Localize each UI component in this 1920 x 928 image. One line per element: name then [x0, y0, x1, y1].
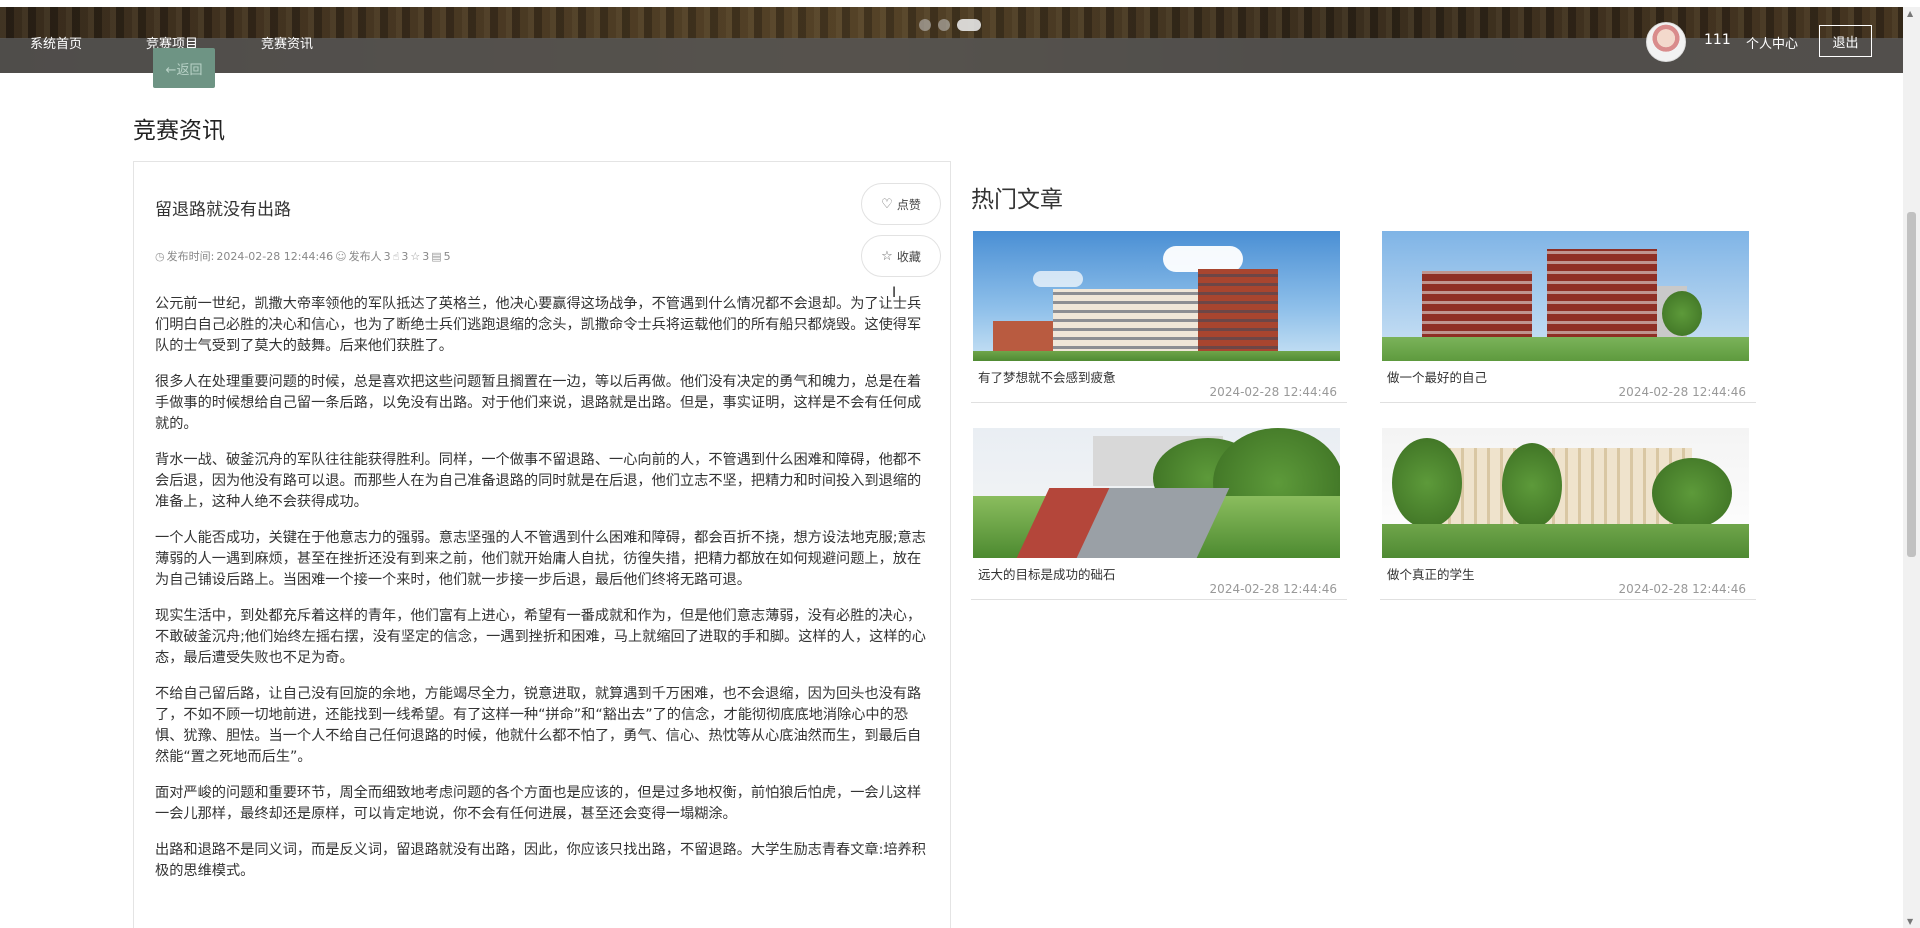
comment-icon: ▤: [431, 249, 442, 263]
hot-article-card[interactable]: 远大的目标是成功的础石 2024-02-28 12:44:46: [971, 428, 1347, 600]
back-button[interactable]: ←返回: [153, 48, 215, 88]
hot-article-image[interactable]: [973, 428, 1340, 558]
heart-icon: ♡: [881, 196, 893, 212]
article-paragraph: 面对严峻的问题和重要环节，周全而细致地考虑问题的各个方面也是应该的，但是过多地权…: [155, 785, 922, 822]
publish-time: 2024-02-28 12:44:46: [216, 249, 334, 263]
article-paragraph: 不给自己留后路，让自己没有回旋的余地，方能竭尽全力，锐意进取，就算遇到千万困难，…: [155, 686, 922, 765]
likes-count: 3: [401, 249, 409, 263]
logout-button[interactable]: 退出: [1819, 25, 1872, 57]
text-cursor-icon: I: [892, 285, 897, 301]
article-paragraph: 现实生活中，到处都充斥着这样的青年，他们富有上进心，希望有一番成就和作为，但是他…: [155, 608, 926, 666]
top-nav: 系统首页 竞赛项目 竞赛资讯: [0, 7, 1920, 73]
hot-article-title[interactable]: 做一个最好的自己: [1387, 367, 1487, 386]
hot-article-card[interactable]: 做个真正的学生 2024-02-28 12:44:46: [1380, 428, 1756, 600]
hot-article-title[interactable]: 做个真正的学生: [1387, 564, 1475, 583]
hot-article-card[interactable]: 做一个最好的自己 2024-02-28 12:44:46: [1380, 231, 1756, 403]
hot-article-card[interactable]: 有了梦想就不会感到疲惫 2024-02-28 12:44:46: [971, 231, 1347, 403]
star-icon: ☆: [410, 249, 421, 263]
star-icon: ☆: [881, 248, 893, 264]
like-button[interactable]: ♡ 点赞: [861, 183, 941, 225]
avatar[interactable]: [1646, 22, 1686, 62]
hot-article-title[interactable]: 有了梦想就不会感到疲惫: [978, 367, 1116, 386]
hot-article-image[interactable]: [1382, 231, 1749, 361]
article-meta: ◷ 发布时间: 2024-02-28 12:44:46 ☺ 发布人 3 ☝ 3 …: [155, 248, 451, 264]
thumb-icon: ☝: [392, 249, 400, 263]
page-scrollbar[interactable]: ▲ ▼: [1903, 7, 1920, 928]
hot-articles-title: 热门文章: [971, 187, 1063, 213]
hot-article-image[interactable]: [973, 231, 1340, 361]
favorite-label: 收藏: [896, 249, 921, 264]
article-paragraph: 一个人能否成功，关键在于他意志力的强弱。意志坚强的人不管遇到什么困难和障碍，都会…: [155, 530, 926, 588]
article-paragraph: 公元前一世纪，凯撒大帝率领他的军队抵达了英格兰，他决心要赢得这场战争，不管遇到什…: [155, 296, 922, 354]
hot-article-date: 2024-02-28 12:44:46: [1618, 385, 1746, 399]
clock-icon: ◷: [155, 249, 165, 263]
user-icon: ☺: [335, 249, 347, 263]
favorites-count: 3: [422, 249, 430, 263]
like-label: 点赞: [896, 197, 921, 212]
article-body: 公元前一世纪，凯撒大帝率领他的军队抵达了英格兰，他决心要赢得这场战争，不管遇到什…: [155, 294, 930, 897]
hot-article-title[interactable]: 远大的目标是成功的础石: [978, 564, 1116, 583]
favorite-button[interactable]: ☆ 收藏: [861, 235, 941, 277]
hot-article-date: 2024-02-28 12:44:46: [1209, 582, 1337, 596]
article-paragraph: 背水一战、破釜沉舟的军队往往能获得胜利。同样，一个做事不留退路、一心向前的人，不…: [155, 452, 922, 510]
hot-article-date: 2024-02-28 12:44:46: [1618, 582, 1746, 596]
hot-article-image[interactable]: [1382, 428, 1749, 558]
scroll-thumb[interactable]: [1907, 212, 1916, 557]
article-title: 留退路就没有出路: [155, 200, 291, 220]
scroll-down-icon[interactable]: ▼: [1907, 917, 1913, 926]
publisher-value: 3: [383, 249, 391, 263]
username: 111: [1704, 32, 1731, 48]
hot-article-date: 2024-02-28 12:44:46: [1209, 385, 1337, 399]
scroll-up-icon[interactable]: ▲: [1907, 9, 1913, 18]
page-title: 竞赛资讯: [133, 118, 225, 144]
publish-label: 发布时间:: [166, 250, 215, 263]
personal-center-link[interactable]: 个人中心: [1746, 33, 1798, 52]
comments-count: 5: [443, 249, 451, 263]
article-paragraph: 出路和退路不是同义词，而是反义词，留退路就没有出路，因此，你应该只找出路，不留退…: [155, 842, 926, 879]
nav-home-link[interactable]: 系统首页: [30, 33, 82, 52]
nav-news-link[interactable]: 竞赛资讯: [261, 33, 313, 52]
article-card: 留退路就没有出路 ◷ 发布时间: 2024-02-28 12:44:46 ☺ 发…: [133, 161, 951, 928]
publisher-label: 发布人: [348, 250, 382, 263]
article-paragraph: 很多人在处理重要问题的时候，总是喜欢把这些问题暂且搁置在一边，等以后再做。他们没…: [155, 374, 922, 432]
